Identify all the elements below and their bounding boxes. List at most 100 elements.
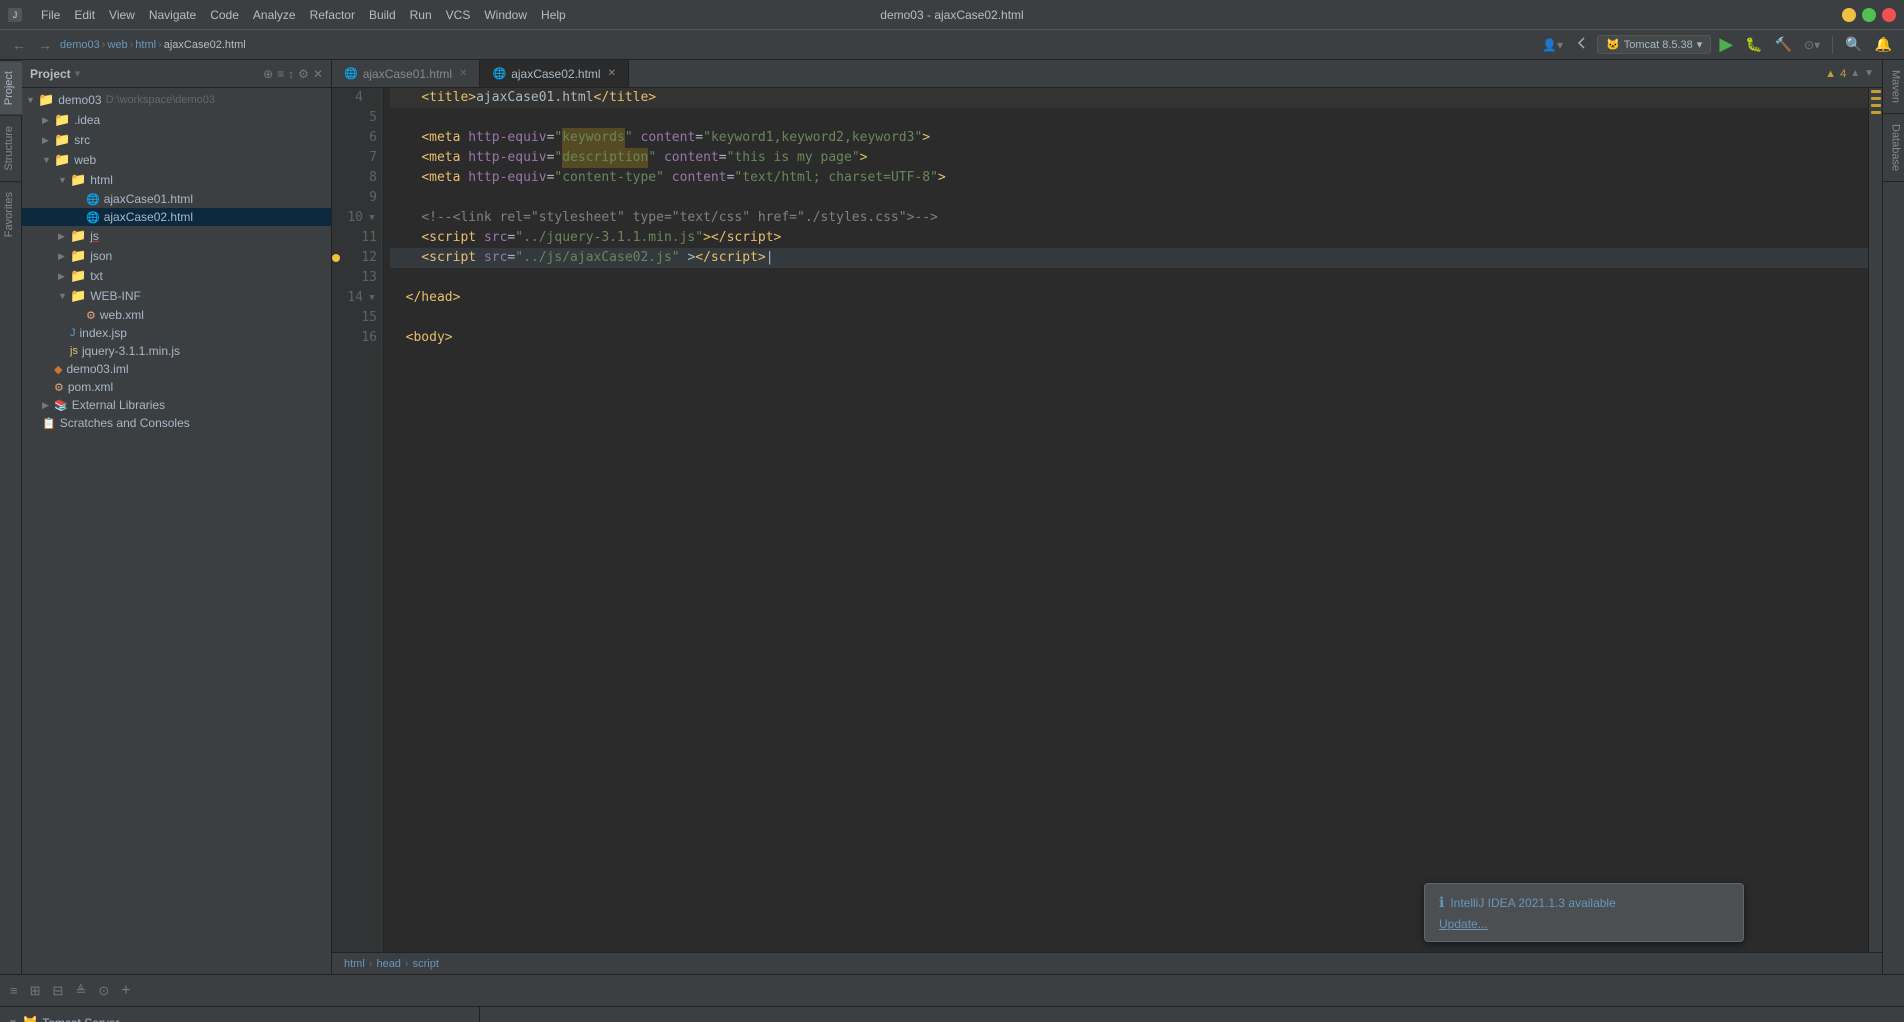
- editor-tabs: 🌐 ajaxCase01.html ✕ 🌐 ajaxCase02.html ✕ …: [332, 60, 1882, 88]
- menu-build[interactable]: Build: [362, 6, 403, 24]
- project-panel-header: Project ▾ ⊕ ≡ ↕ ⚙ ✕: [22, 60, 331, 88]
- breadcrumb-html[interactable]: html: [344, 958, 365, 970]
- menu-vcs[interactable]: VCS: [439, 6, 478, 24]
- breadcrumb: demo03 › web › html › ajaxCase02.html: [60, 39, 246, 51]
- sort-icon[interactable]: ↕: [288, 67, 294, 81]
- menu-file[interactable]: File: [34, 6, 67, 24]
- right-vertical-tabs: Maven Database: [1882, 60, 1904, 974]
- forward-button[interactable]: →: [34, 35, 56, 55]
- warning-indicator: ▲ 4 ▲ ▼: [1817, 60, 1882, 87]
- tomcat-selector[interactable]: 🐱 Tomcat 8.5.38 ▾: [1597, 35, 1711, 54]
- tree-item-html-folder[interactable]: ▼ 📁 html: [22, 170, 331, 190]
- group-svc-btn[interactable]: ⊟: [49, 981, 68, 1001]
- menu-run[interactable]: Run: [403, 6, 439, 24]
- search-everywhere-button[interactable]: 🔍: [1841, 34, 1866, 55]
- close-tab-icon[interactable]: ✕: [459, 68, 467, 79]
- menu-edit[interactable]: Edit: [67, 6, 102, 24]
- update-link[interactable]: Update...: [1439, 917, 1488, 931]
- menu-navigate[interactable]: Navigate: [142, 6, 203, 24]
- services-detail: Select service to view details: [480, 1007, 1904, 1022]
- close-button[interactable]: [1882, 8, 1896, 22]
- minimize-button[interactable]: [1842, 8, 1856, 22]
- tab-icon-ajaxcase02: 🌐: [492, 67, 506, 80]
- tree-item-ajaxcase02[interactable]: 🌐 ajaxCase02.html: [22, 208, 331, 226]
- menu-refactor[interactable]: Refactor: [303, 6, 362, 24]
- localize-icon[interactable]: ⊕: [263, 67, 273, 81]
- tab-ajaxcase01[interactable]: 🌐 ajaxCase01.html ✕: [332, 60, 480, 87]
- info-icon: ℹ: [1439, 894, 1444, 911]
- run-button[interactable]: ▶: [1715, 32, 1737, 57]
- title-bar: J File Edit View Navigate Code Analyze R…: [0, 0, 1904, 30]
- menu-window[interactable]: Window: [477, 6, 534, 24]
- services-content: ▼ 🐱 Tomcat Server ▼ ⚙ Not Started 🐱 Tomc…: [0, 1007, 1904, 1022]
- menu-help[interactable]: Help: [534, 6, 573, 24]
- tree-item-ajaxcase01[interactable]: 🌐 ajaxCase01.html: [22, 190, 331, 208]
- close-panel-icon[interactable]: ✕: [313, 67, 323, 81]
- tree-item-external-libs[interactable]: ▶ 📚 External Libraries: [22, 396, 331, 414]
- tree-item-scratches[interactable]: 📋 Scratches and Consoles: [22, 414, 331, 432]
- maximize-button[interactable]: [1862, 8, 1876, 22]
- expand-all-svc-btn[interactable]: ⊞: [26, 981, 45, 1001]
- tree-item-js[interactable]: ▶ 📁 js: [22, 226, 331, 246]
- tree-item-src[interactable]: ▶ 📁 src: [22, 130, 331, 150]
- scroll-up-icon[interactable]: ▲: [1850, 68, 1860, 79]
- profile-button[interactable]: 👤▾: [1538, 36, 1567, 54]
- tree-item-webinf[interactable]: ▼ 📁 WEB-INF: [22, 286, 331, 306]
- build-button[interactable]: 🔨: [1771, 34, 1796, 55]
- collapse-all-icon[interactable]: ≡: [277, 67, 284, 81]
- project-tree: ▼ 📁 demo03 D:\workspace\demo03 ▶ 📁 .idea…: [22, 88, 331, 974]
- tab-ajaxcase02[interactable]: 🌐 ajaxCase02.html ✕: [480, 60, 628, 87]
- notification-popup: ℹ IntelliJ IDEA 2021.1.3 available Updat…: [1424, 883, 1744, 942]
- menu-view[interactable]: View: [102, 6, 142, 24]
- settings-icon[interactable]: ⚙: [298, 67, 309, 81]
- editor-scrollbar[interactable]: [1868, 88, 1882, 952]
- service-item-tomcat-server[interactable]: ▼ 🐱 Tomcat Server: [0, 1011, 479, 1022]
- notifications-button[interactable]: 🔔: [1871, 34, 1896, 55]
- tree-item-indexjsp[interactable]: J index.jsp: [22, 324, 331, 342]
- window-title: demo03 - ajaxCase02.html: [880, 8, 1023, 22]
- breadcrumb-script[interactable]: script: [413, 958, 439, 970]
- sidebar-tab-maven[interactable]: Maven: [1883, 60, 1904, 114]
- code-content[interactable]: <title>ajaxCase01.html</title> <meta htt…: [382, 88, 1868, 952]
- tree-item-jquery[interactable]: js jquery-3.1.1.min.js: [22, 342, 331, 360]
- sidebar-tab-structure[interactable]: Structure: [0, 115, 22, 181]
- tree-item-txt[interactable]: ▶ 📁 txt: [22, 266, 331, 286]
- menu-code[interactable]: Code: [203, 6, 246, 24]
- notification-body: Update...: [1439, 917, 1729, 931]
- code-editor[interactable]: 4 5 6 7 8 9 10▼ 11 12 13 14▼ 15 16: [332, 88, 1882, 952]
- sidebar-tab-project[interactable]: Project: [0, 60, 22, 115]
- sidebar-tab-database[interactable]: Database: [1883, 114, 1904, 182]
- add-svc-btn[interactable]: +: [117, 980, 134, 1002]
- jump-svc-btn[interactable]: ⊙: [94, 981, 113, 1001]
- notification-header: ℹ IntelliJ IDEA 2021.1.3 available: [1439, 894, 1729, 911]
- breadcrumb-web[interactable]: web: [107, 39, 127, 51]
- tree-item-demo03iml[interactable]: ◆ demo03.iml: [22, 360, 331, 378]
- services-panel: ≡ ⊞ ⊟ ≜ ⊙ + ▼ 🐱 Tomcat Server ▼ ⚙ Not St…: [0, 974, 1904, 1022]
- tree-item-json[interactable]: ▶ 📁 json: [22, 246, 331, 266]
- tree-item-web[interactable]: ▼ 📁 web: [22, 150, 331, 170]
- left-vertical-tabs: Project Structure Favorites: [0, 60, 22, 974]
- nav-back-button[interactable]: [1571, 34, 1593, 55]
- tab-icon-ajaxcase01: 🌐: [344, 67, 358, 80]
- breadcrumb-root[interactable]: demo03: [60, 39, 100, 51]
- tree-item-webxml[interactable]: ⚙ web.xml: [22, 306, 331, 324]
- debug-button[interactable]: 🐛: [1741, 34, 1766, 55]
- coverage-button[interactable]: ⊙▾: [1800, 36, 1824, 54]
- breadcrumb-html[interactable]: html: [135, 39, 156, 51]
- tree-item-pomxml[interactable]: ⚙ pom.xml: [22, 378, 331, 396]
- back-button[interactable]: ←: [8, 35, 30, 55]
- toolbar-row: ← → demo03 › web › html › ajaxCase02.htm…: [0, 30, 1904, 60]
- breadcrumb-head[interactable]: head: [376, 958, 400, 970]
- close-tab-active-icon[interactable]: ✕: [608, 68, 616, 79]
- filter-svc-btn[interactable]: ≜: [71, 981, 90, 1001]
- status-breadcrumb-bar: html › head › script: [332, 952, 1882, 974]
- scroll-down-icon[interactable]: ▼: [1864, 68, 1874, 79]
- sidebar-tab-favorites[interactable]: Favorites: [0, 181, 22, 247]
- tree-item-idea[interactable]: ▶ 📁 .idea: [22, 110, 331, 130]
- breadcrumb-file: ajaxCase02.html: [164, 39, 246, 51]
- tree-item-demo03[interactable]: ▼ 📁 demo03 D:\workspace\demo03: [22, 90, 331, 110]
- project-panel-title: Project: [30, 67, 71, 81]
- menu-analyze[interactable]: Analyze: [246, 6, 303, 24]
- services-tree: ▼ 🐱 Tomcat Server ▼ ⚙ Not Started 🐱 Tomc…: [0, 1007, 480, 1022]
- collapse-all-svc-btn[interactable]: ≡: [6, 981, 22, 1000]
